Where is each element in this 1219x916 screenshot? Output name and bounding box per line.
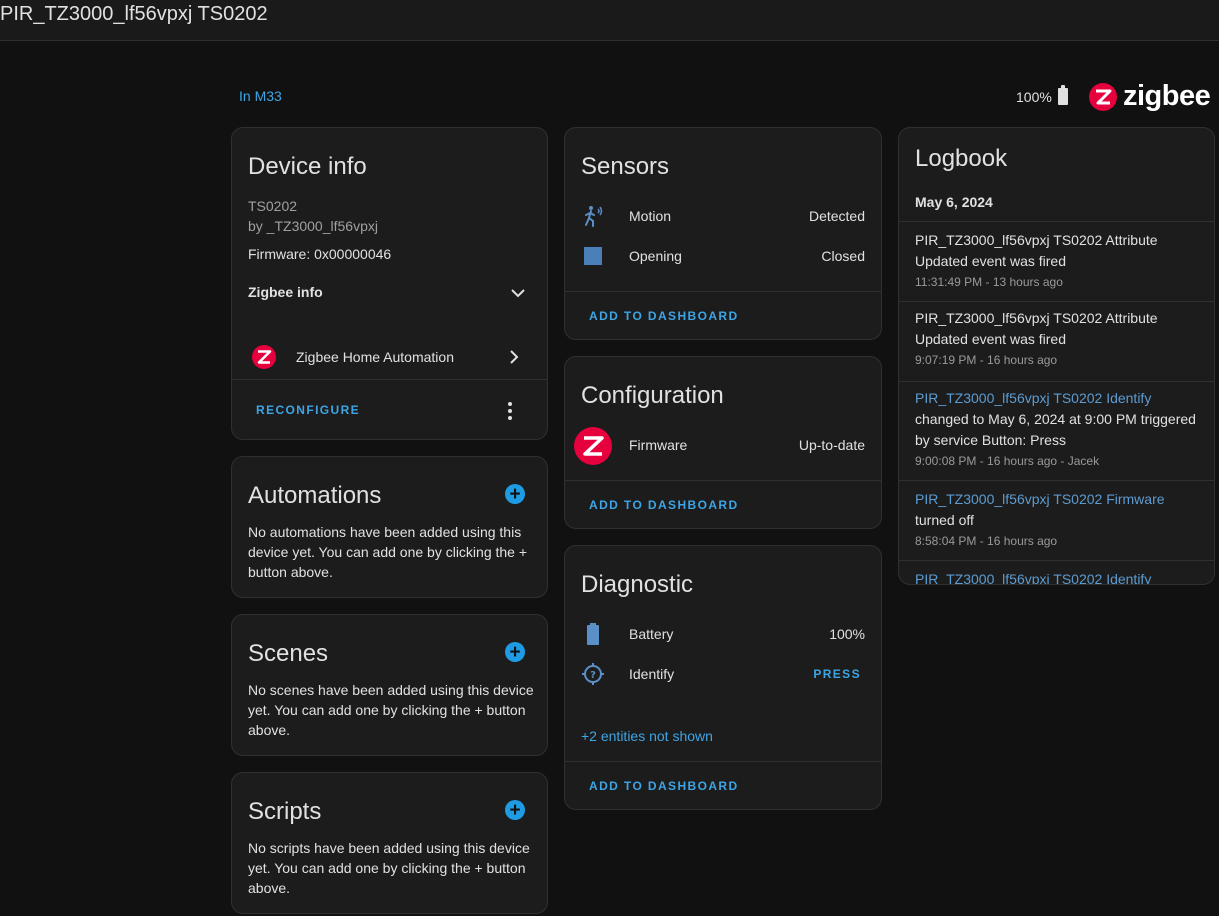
device-info-card: Device info TS0202 by _TZ3000_lf56vpxj F…: [231, 127, 548, 440]
logbook-entry-text: PIR_TZ3000_lf56vpxj TS0202 Identify: [915, 569, 1198, 584]
scripts-title: Scripts: [248, 798, 322, 825]
hidden-entities-link[interactable]: +2 entities not shown: [581, 728, 713, 744]
scenes-empty-text: No scenes have been added using this dev…: [248, 682, 534, 738]
sensors-card: Sensors Motion Detected Opening Closed A…: [564, 127, 882, 340]
add-script-button[interactable]: +: [505, 800, 525, 820]
logbook-title: Logbook: [915, 145, 1008, 172]
more-menu-icon[interactable]: [507, 402, 513, 420]
automations-title: Automations: [248, 482, 382, 509]
logbook-time: 11:31:49 PM - 13 hours ago: [915, 275, 1063, 289]
battery-level: 100%: [1016, 88, 1052, 105]
diagnostic-add-to-dashboard-button[interactable]: ADD TO DASHBOARD: [589, 779, 739, 793]
configuration-title: Configuration: [581, 382, 724, 409]
device-info-title: Device info: [248, 153, 367, 180]
diagnostic-card: Diagnostic Battery 100% ? Identify PRESS…: [564, 545, 882, 810]
square-icon: [581, 244, 605, 268]
integration-label: Zigbee Home Automation: [296, 349, 454, 365]
sensor-value: Detected: [808, 208, 865, 224]
device-info-actions: RECONFIGURE: [232, 379, 547, 439]
chevron-down-icon: [511, 289, 525, 298]
logbook-entry[interactable]: PIR_TZ3000_lf56vpxj TS0202 Attribute Upd…: [899, 301, 1214, 381]
device-firmware: Firmware: 0x00000046: [248, 246, 392, 262]
logbook-entry[interactable]: PIR_TZ3000_lf56vpxj TS0202 Identify: [899, 560, 1214, 584]
reconfigure-button[interactable]: RECONFIGURE: [256, 403, 360, 417]
config-row-firmware[interactable]: Firmware Up-to-date: [565, 425, 881, 465]
logbook-date: May 6, 2024: [915, 194, 993, 210]
battery-status: 100%: [1016, 85, 1068, 105]
automations-empty-text: No automations have been added using thi…: [248, 524, 528, 580]
diagnostic-actions: ADD TO DASHBOARD: [565, 761, 881, 809]
sensors-add-to-dashboard-button[interactable]: ADD TO DASHBOARD: [589, 309, 739, 323]
logbook-entity-link[interactable]: PIR_TZ3000_lf56vpxj TS0202 Identify: [915, 571, 1151, 584]
zigbee-icon: [573, 426, 613, 471]
configuration-card: Configuration Firmware Up-to-date ADD TO…: [564, 356, 882, 529]
logbook-message: PIR_TZ3000_lf56vpxj TS0202 Attribute Upd…: [915, 310, 1158, 347]
sensors-actions: ADD TO DASHBOARD: [565, 291, 881, 339]
sensor-label: Motion: [629, 208, 672, 224]
integration-row[interactable]: Zigbee Home Automation: [232, 336, 547, 378]
zigbee-wordmark: zigbee: [1123, 80, 1211, 112]
logbook-message: turned off: [915, 512, 974, 528]
page-title: PIR_TZ3000_lf56vpxj TS0202: [0, 3, 268, 25]
logbook-entry[interactable]: PIR_TZ3000_lf56vpxj TS0202 Firmware turn…: [899, 480, 1214, 560]
logbook-time: 9:07:19 PM - 16 hours ago: [915, 353, 1058, 367]
logbook-entry[interactable]: PIR_TZ3000_lf56vpxj TS0202 Attribute Upd…: [899, 221, 1214, 301]
sensor-row-motion[interactable]: Motion Detected: [565, 196, 881, 236]
sensor-label: Opening: [629, 248, 682, 264]
logbook-entity-link[interactable]: PIR_TZ3000_lf56vpxj TS0202 Firmware: [915, 489, 1198, 510]
scripts-empty-text: No scripts have been added using this de…: [248, 840, 530, 896]
zigbee-icon: [1089, 82, 1117, 111]
logbook-entry-text: PIR_TZ3000_lf56vpxj TS0202 Firmware turn…: [915, 489, 1198, 531]
logbook-card: Logbook May 6, 2024 PIR_TZ3000_lf56vpxj …: [898, 127, 1215, 585]
area-link[interactable]: In M33: [239, 88, 282, 104]
diag-row-battery[interactable]: Battery 100%: [565, 614, 881, 654]
battery-icon: [581, 622, 605, 646]
logbook-message: PIR_TZ3000_lf56vpxj TS0202 Attribute Upd…: [915, 232, 1158, 269]
logbook-entry[interactable]: PIR_TZ3000_lf56vpxj TS0202 Identify chan…: [899, 381, 1214, 480]
diag-label: Identify: [629, 666, 675, 682]
sensors-title: Sensors: [581, 153, 670, 180]
scenes-card: Scenes + No scenes have been added using…: [231, 614, 548, 756]
automations-card: Automations + No automations have been a…: [231, 456, 548, 598]
diagnostic-title: Diagnostic: [581, 571, 694, 598]
logbook-message: changed to May 6, 2024 at 9:00 PM trigge…: [915, 411, 1196, 448]
sensor-value: Closed: [821, 248, 865, 264]
sensor-row-opening[interactable]: Opening Closed: [565, 236, 881, 276]
svg-text:?: ?: [590, 670, 596, 681]
scripts-card: Scripts + No scripts have been added usi…: [231, 772, 548, 914]
scenes-title: Scenes: [248, 640, 329, 667]
logbook-time: 8:58:04 PM - 16 hours ago: [915, 534, 1058, 548]
diag-row-identify: ? Identify PRESS: [565, 654, 881, 694]
diag-label: Battery: [629, 626, 674, 642]
add-automation-button[interactable]: +: [505, 484, 525, 504]
diag-value: 100%: [829, 626, 865, 642]
battery-icon: [1057, 85, 1068, 105]
configuration-actions: ADD TO DASHBOARD: [565, 480, 881, 528]
configuration-add-to-dashboard-button[interactable]: ADD TO DASHBOARD: [589, 498, 739, 512]
motion-sensor-icon: [581, 204, 605, 228]
top-bar: PIR_TZ3000_lf56vpxj TS0202: [0, 0, 1219, 41]
config-label: Firmware: [629, 437, 688, 453]
logbook-entry-text: PIR_TZ3000_lf56vpxj TS0202 Identify chan…: [915, 388, 1198, 451]
add-scene-button[interactable]: +: [505, 642, 525, 662]
zigbee-info-toggle[interactable]: Zigbee info: [232, 274, 547, 310]
identify-icon: ?: [581, 662, 605, 686]
identify-press-button[interactable]: PRESS: [813, 667, 861, 681]
config-value: Up-to-date: [798, 437, 865, 453]
device-manufacturer: by _TZ3000_lf56vpxj: [248, 218, 378, 234]
zigbee-info-label: Zigbee info: [248, 284, 323, 300]
logbook-time: 9:00:08 PM - 16 hours ago - Jacek: [915, 454, 1100, 468]
chevron-right-icon: [510, 350, 519, 364]
device-model: TS0202: [248, 198, 298, 214]
logbook-entity-link[interactable]: PIR_TZ3000_lf56vpxj TS0202 Identify: [915, 390, 1151, 406]
zigbee-icon: [252, 345, 276, 369]
zigbee-logo: zigbee: [1089, 80, 1211, 113]
